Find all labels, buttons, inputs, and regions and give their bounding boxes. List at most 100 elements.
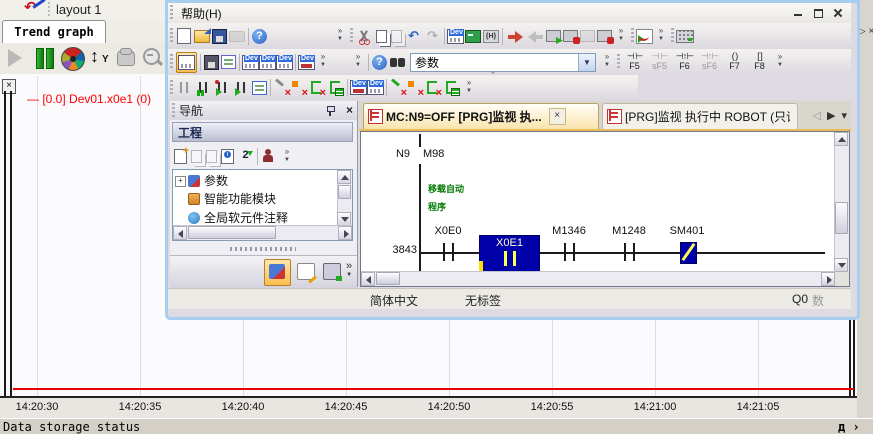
scroll-thumb[interactable]	[376, 272, 400, 285]
scroll-thumb[interactable]	[835, 202, 848, 234]
tab-trend-graph[interactable]: Trend graph	[2, 20, 106, 43]
fkey-open-contact-branch[interactable]: ⊣ ⊢sF5	[647, 51, 672, 73]
stop-monitor-icon[interactable]	[563, 30, 578, 42]
toolbar-grip[interactable]	[350, 28, 353, 44]
fkey-coil[interactable]: ( )F7	[722, 51, 747, 73]
toolbar-grip[interactable]	[170, 54, 173, 70]
monitor-start-ladder-icon[interactable]	[214, 79, 231, 96]
monitor-stop-ladder-icon[interactable]	[233, 79, 250, 96]
menu-help[interactable]: 帮助(H)	[175, 5, 228, 22]
sampling-icon[interactable]	[406, 79, 423, 96]
panel-grip[interactable]	[172, 103, 175, 119]
tab-close-icon[interactable]: ×	[549, 108, 566, 125]
scroll-left-icon[interactable]	[173, 226, 187, 240]
device-find-icon[interactable]: Dev	[447, 29, 464, 44]
navigation-window-toggle[interactable]	[176, 52, 197, 73]
new-project-icon[interactable]	[177, 28, 191, 44]
device-memory-icon[interactable]: Dev	[259, 55, 276, 70]
panel-close-icon[interactable]: ×	[346, 103, 353, 117]
connection-destination-button[interactable]	[319, 259, 344, 284]
more-views-chevron[interactable]: »	[346, 262, 352, 280]
minimize-icon[interactable]	[791, 6, 805, 19]
tree-horizontal-scrollbar[interactable]	[173, 225, 352, 240]
fkey-closed-contact-branch[interactable]: ⊣↑⊢sF6	[697, 51, 722, 73]
sampling-trace-icon[interactable]	[636, 29, 653, 44]
legend-entry[interactable]: — [0.0] Dev01.x0e1 (0)	[27, 92, 151, 106]
open-project-icon[interactable]	[194, 30, 210, 43]
toolbar-grip[interactable]	[631, 28, 634, 44]
plc-module-icon[interactable]	[204, 55, 219, 70]
close-icon[interactable]	[831, 6, 845, 19]
toolbar-overflow[interactable]	[334, 27, 346, 45]
print-icon[interactable]	[229, 31, 245, 42]
ladder-horizontal-scrollbar[interactable]	[361, 271, 835, 286]
y-scale-icon[interactable]: ↕ Y	[89, 46, 113, 70]
forced-input-icon[interactable]	[308, 79, 325, 96]
device-display-dropdown[interactable]	[317, 53, 329, 71]
tree-vertical-scrollbar[interactable]	[337, 170, 352, 226]
find-zoom-dropdown[interactable]	[352, 53, 364, 71]
find-binoculars-icon[interactable]	[389, 54, 406, 71]
tab-mc-n9-off[interactable]: MC:N9=OFF [PRG]监视 执... ×	[363, 103, 599, 129]
device-batch-icon[interactable]: {H}	[483, 30, 499, 43]
toolbar-grip[interactable]	[170, 28, 173, 44]
ladder-canvas[interactable]: N9 M98 移载自动 程序 3843 X0E0 X0E1	[360, 131, 850, 287]
monitor-write-mode-icon[interactable]	[195, 79, 212, 96]
annotate-icon[interactable]: ↶	[24, 0, 46, 17]
menu-grip[interactable]	[170, 5, 173, 21]
tab-scroll-left-icon[interactable]: ◁	[813, 109, 821, 122]
project-header[interactable]: 工程	[172, 122, 353, 142]
fkey-closed-contact[interactable]: ⊣↑⊢F6	[672, 51, 697, 73]
cut-icon[interactable]	[356, 28, 373, 45]
monitor-condition-icon[interactable]	[597, 30, 612, 42]
chevron-down-icon[interactable]: ▼	[578, 54, 595, 71]
new-item-icon[interactable]	[174, 149, 187, 164]
tab-prg-monitor-robot[interactable]: [PRG]监视 执行中 ROBOT (只读	[602, 103, 798, 129]
toolbar-grip[interactable]	[671, 28, 674, 44]
project-view-button[interactable]	[264, 259, 291, 286]
scroll-down-icon[interactable]	[834, 258, 848, 272]
toolbar-overflow[interactable]	[655, 27, 667, 45]
paste-icon[interactable]	[391, 30, 402, 43]
undo-icon[interactable]: ↶	[405, 28, 422, 45]
help-2-icon[interactable]: ?	[372, 55, 387, 70]
device-test-on-icon[interactable]	[273, 79, 290, 96]
ladder-vertical-scrollbar[interactable]	[834, 132, 849, 272]
redo-icon[interactable]: ↷	[424, 28, 441, 45]
scroll-thumb[interactable]	[188, 226, 276, 239]
start-monitor-icon[interactable]	[546, 30, 561, 42]
device-windows-icon[interactable]: Dev	[276, 55, 293, 70]
scroll-up-icon[interactable]	[337, 170, 351, 184]
property-icon[interactable]	[221, 149, 234, 164]
toolbar-grip[interactable]	[170, 80, 173, 96]
user-library-button[interactable]	[293, 259, 318, 284]
monitor-mode-icon[interactable]	[176, 79, 193, 96]
nav-copy-icon[interactable]	[191, 150, 202, 163]
device-display-icon[interactable]: Dev	[298, 55, 315, 70]
pin-icon[interactable]	[325, 105, 335, 116]
tab-scroll-right-icon[interactable]: ▶	[827, 109, 835, 122]
monitor-pause-icon[interactable]	[580, 30, 595, 42]
scroll-right-icon[interactable]	[338, 226, 352, 240]
toolbar-overflow[interactable]	[615, 27, 627, 45]
local-device-icon[interactable]	[424, 79, 441, 96]
restore-icon[interactable]	[811, 6, 825, 19]
key-operation-icon[interactable]	[676, 30, 694, 43]
toolbar-overflow[interactable]	[601, 53, 613, 71]
pan-hand-icon[interactable]	[114, 46, 138, 70]
copy-icon[interactable]	[376, 30, 387, 43]
scroll-up-icon[interactable]	[834, 132, 848, 146]
device-comment-icon[interactable]: Dev	[242, 55, 259, 70]
pause-icon[interactable]	[33, 46, 57, 70]
scroll-thumb[interactable]	[338, 185, 351, 199]
save-icon[interactable]	[212, 29, 227, 44]
filter-user-icon[interactable]	[261, 148, 278, 165]
forced-output-icon[interactable]	[327, 79, 344, 96]
nav-overflow[interactable]	[281, 148, 293, 166]
toolbar-overflow[interactable]	[463, 79, 475, 97]
buffer-memory-icon[interactable]	[443, 79, 460, 96]
device-batch-cancel-icon[interactable]: Dev	[367, 80, 384, 95]
selected-contact-x0e1[interactable]: X0E1	[479, 235, 540, 272]
toolbar-grip[interactable]	[617, 54, 620, 70]
status-right-glyph[interactable]: д ›	[838, 420, 860, 434]
